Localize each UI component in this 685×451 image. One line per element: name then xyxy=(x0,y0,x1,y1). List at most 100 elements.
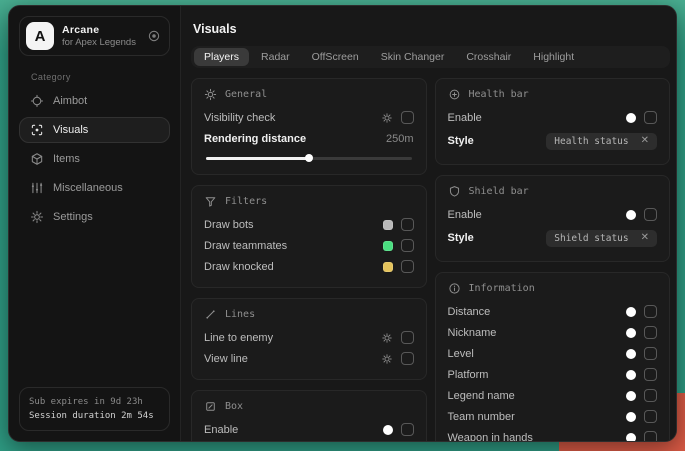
rendering-distance-value: 250m xyxy=(386,133,414,145)
draw-knocked-row: Draw knocked xyxy=(204,256,414,277)
box-background-row: Enable background xyxy=(204,440,414,442)
level-checkbox[interactable] xyxy=(644,347,657,360)
lines-card-header: Lines xyxy=(204,308,414,321)
setting-label: Style xyxy=(448,135,474,147)
color-swatch[interactable] xyxy=(626,433,636,443)
color-swatch[interactable] xyxy=(626,391,636,401)
setting-label: Weapon in hands xyxy=(448,432,533,443)
tab-crosshair[interactable]: Crosshair xyxy=(456,48,521,66)
color-swatch[interactable] xyxy=(383,220,393,230)
sun-gear-icon xyxy=(204,88,217,101)
sidebar-item-settings[interactable]: Settings xyxy=(19,204,170,230)
left-column: General Visibility check Rendering dista… xyxy=(191,78,427,442)
shield-bar-card-header: Shield bar xyxy=(448,185,658,198)
setting-label: Nickname xyxy=(448,327,497,339)
platform-row: Platform xyxy=(448,364,658,385)
color-swatch[interactable] xyxy=(626,328,636,338)
target-icon[interactable] xyxy=(147,29,161,43)
draw-bots-checkbox[interactable] xyxy=(401,218,414,231)
health-enable-checkbox[interactable] xyxy=(644,111,657,124)
settings-columns: General Visibility check Rendering dista… xyxy=(191,78,670,442)
nickname-row: Nickname xyxy=(448,322,658,343)
health-enable-row: Enable xyxy=(448,107,658,128)
section-title: Lines xyxy=(225,309,255,320)
section-title: Filters xyxy=(225,196,267,207)
information-card: Information Distance Nickname xyxy=(435,272,671,442)
color-swatch[interactable] xyxy=(626,113,636,123)
filters-card: Filters Draw bots Draw teammates xyxy=(191,185,427,288)
section-title: Box xyxy=(225,401,243,412)
slider-thumb[interactable] xyxy=(305,154,313,162)
legend-name-checkbox[interactable] xyxy=(644,389,657,402)
color-swatch[interactable] xyxy=(626,349,636,359)
app-logo: A xyxy=(26,22,54,50)
information-card-header: Information xyxy=(448,282,658,295)
tab-bar: Players Radar OffScreen Skin Changer Cro… xyxy=(191,46,670,68)
color-swatch[interactable] xyxy=(626,307,636,317)
box-card-header: Box xyxy=(204,400,414,413)
shield-enable-checkbox[interactable] xyxy=(644,208,657,221)
tab-highlight[interactable]: Highlight xyxy=(523,48,584,66)
color-swatch[interactable] xyxy=(383,241,393,251)
page-title: Visuals xyxy=(193,22,670,36)
nickname-checkbox[interactable] xyxy=(644,326,657,339)
color-swatch[interactable] xyxy=(626,370,636,380)
sidebar-item-miscellaneous[interactable]: Miscellaneous xyxy=(19,175,170,201)
app-window: A Arcane for Apex Legends Category Aimbo… xyxy=(8,5,677,442)
distance-row: Distance xyxy=(448,301,658,322)
health-bar-card: Health bar Enable Style Health status xyxy=(435,78,671,165)
distance-checkbox[interactable] xyxy=(644,305,657,318)
box-enable-checkbox[interactable] xyxy=(401,423,414,436)
tab-radar[interactable]: Radar xyxy=(251,48,300,66)
section-title: Health bar xyxy=(469,89,529,100)
tab-offscreen[interactable]: OffScreen xyxy=(302,48,369,66)
brand-text: Arcane for Apex Legends xyxy=(62,24,139,48)
color-swatch[interactable] xyxy=(383,262,393,272)
draw-knocked-checkbox[interactable] xyxy=(401,260,414,273)
visibility-check-row: Visibility check xyxy=(204,107,414,128)
visibility-check-checkbox[interactable] xyxy=(401,111,414,124)
settings-icon[interactable] xyxy=(381,353,393,365)
platform-checkbox[interactable] xyxy=(644,368,657,381)
draw-teammates-checkbox[interactable] xyxy=(401,239,414,252)
selected-option: Shield status xyxy=(554,233,628,244)
line-to-enemy-checkbox[interactable] xyxy=(401,331,414,344)
shield-enable-row: Enable xyxy=(448,204,658,225)
setting-label: Rendering distance xyxy=(204,133,306,145)
settings-icon[interactable] xyxy=(381,332,393,344)
sidebar-item-aimbot[interactable]: Aimbot xyxy=(19,88,170,114)
color-swatch[interactable] xyxy=(626,412,636,422)
clear-icon[interactable]: ✕ xyxy=(641,233,649,243)
rendering-distance-slider[interactable] xyxy=(206,157,412,160)
health-style-row: Style Health status ✕ xyxy=(448,128,658,154)
shield-style-select[interactable]: Shield status ✕ xyxy=(546,230,657,247)
setting-label: Style xyxy=(448,232,474,244)
sidebar-item-label: Miscellaneous xyxy=(53,182,123,194)
health-style-select[interactable]: Health status ✕ xyxy=(546,133,657,150)
legend-name-row: Legend name xyxy=(448,385,658,406)
line-to-enemy-row: Line to enemy xyxy=(204,327,414,348)
app-name: Arcane xyxy=(62,24,139,36)
brand-card: A Arcane for Apex Legends xyxy=(19,16,170,56)
weapon-in-hands-checkbox[interactable] xyxy=(644,431,657,442)
slider-fill xyxy=(206,157,309,160)
clear-icon[interactable]: ✕ xyxy=(641,136,649,146)
weapon-in-hands-row: Weapon in hands xyxy=(448,427,658,442)
color-swatch[interactable] xyxy=(383,425,393,435)
sidebar-item-visuals[interactable]: Visuals xyxy=(19,117,170,143)
app-subtitle: for Apex Legends xyxy=(62,37,139,48)
sidebar-item-items[interactable]: Items xyxy=(19,146,170,172)
settings-icon[interactable] xyxy=(381,112,393,124)
gear-icon xyxy=(30,210,44,224)
color-swatch[interactable] xyxy=(626,210,636,220)
info-icon xyxy=(448,282,461,295)
line-icon xyxy=(204,308,217,321)
view-line-checkbox[interactable] xyxy=(401,352,414,365)
team-number-checkbox[interactable] xyxy=(644,410,657,423)
section-title: Shield bar xyxy=(469,186,529,197)
subscription-status-card: Sub expires in 9d 23h Session duration 2… xyxy=(19,387,170,431)
sidebar-item-label: Settings xyxy=(53,211,93,223)
general-card-header: General xyxy=(204,88,414,101)
tab-skin-changer[interactable]: Skin Changer xyxy=(371,48,455,66)
tab-players[interactable]: Players xyxy=(194,48,249,66)
